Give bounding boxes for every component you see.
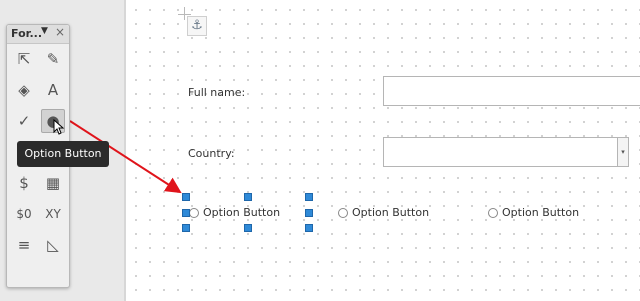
toolbar-menu-icon[interactable]: ▼ (41, 26, 48, 36)
grid-position-icon[interactable]: ◺ (41, 233, 65, 257)
form-design-mode-icon[interactable]: ✎ (41, 47, 65, 71)
close-icon[interactable]: × (55, 25, 65, 39)
mouse-cursor-icon (53, 119, 65, 135)
toolbar-title: For... (11, 27, 43, 40)
select-pointer-icon[interactable]: ⇱ (12, 47, 36, 71)
xy-field-icon[interactable]: XY (41, 202, 65, 226)
list-box-icon[interactable]: ≡ (12, 233, 36, 257)
date-field-icon[interactable]: ▦ (41, 171, 65, 195)
formatted-field-icon[interactable]: $0 (12, 202, 36, 226)
text-label-icon[interactable]: A (41, 78, 65, 102)
label-tag-icon[interactable]: ◈ (12, 78, 36, 102)
tooltip: Option Button (17, 141, 109, 167)
toolbar-titlebar[interactable]: For... ▼ × (7, 25, 69, 44)
currency-field-icon[interactable]: $ (12, 171, 36, 195)
checkbox-icon[interactable]: ✓ (12, 109, 36, 133)
